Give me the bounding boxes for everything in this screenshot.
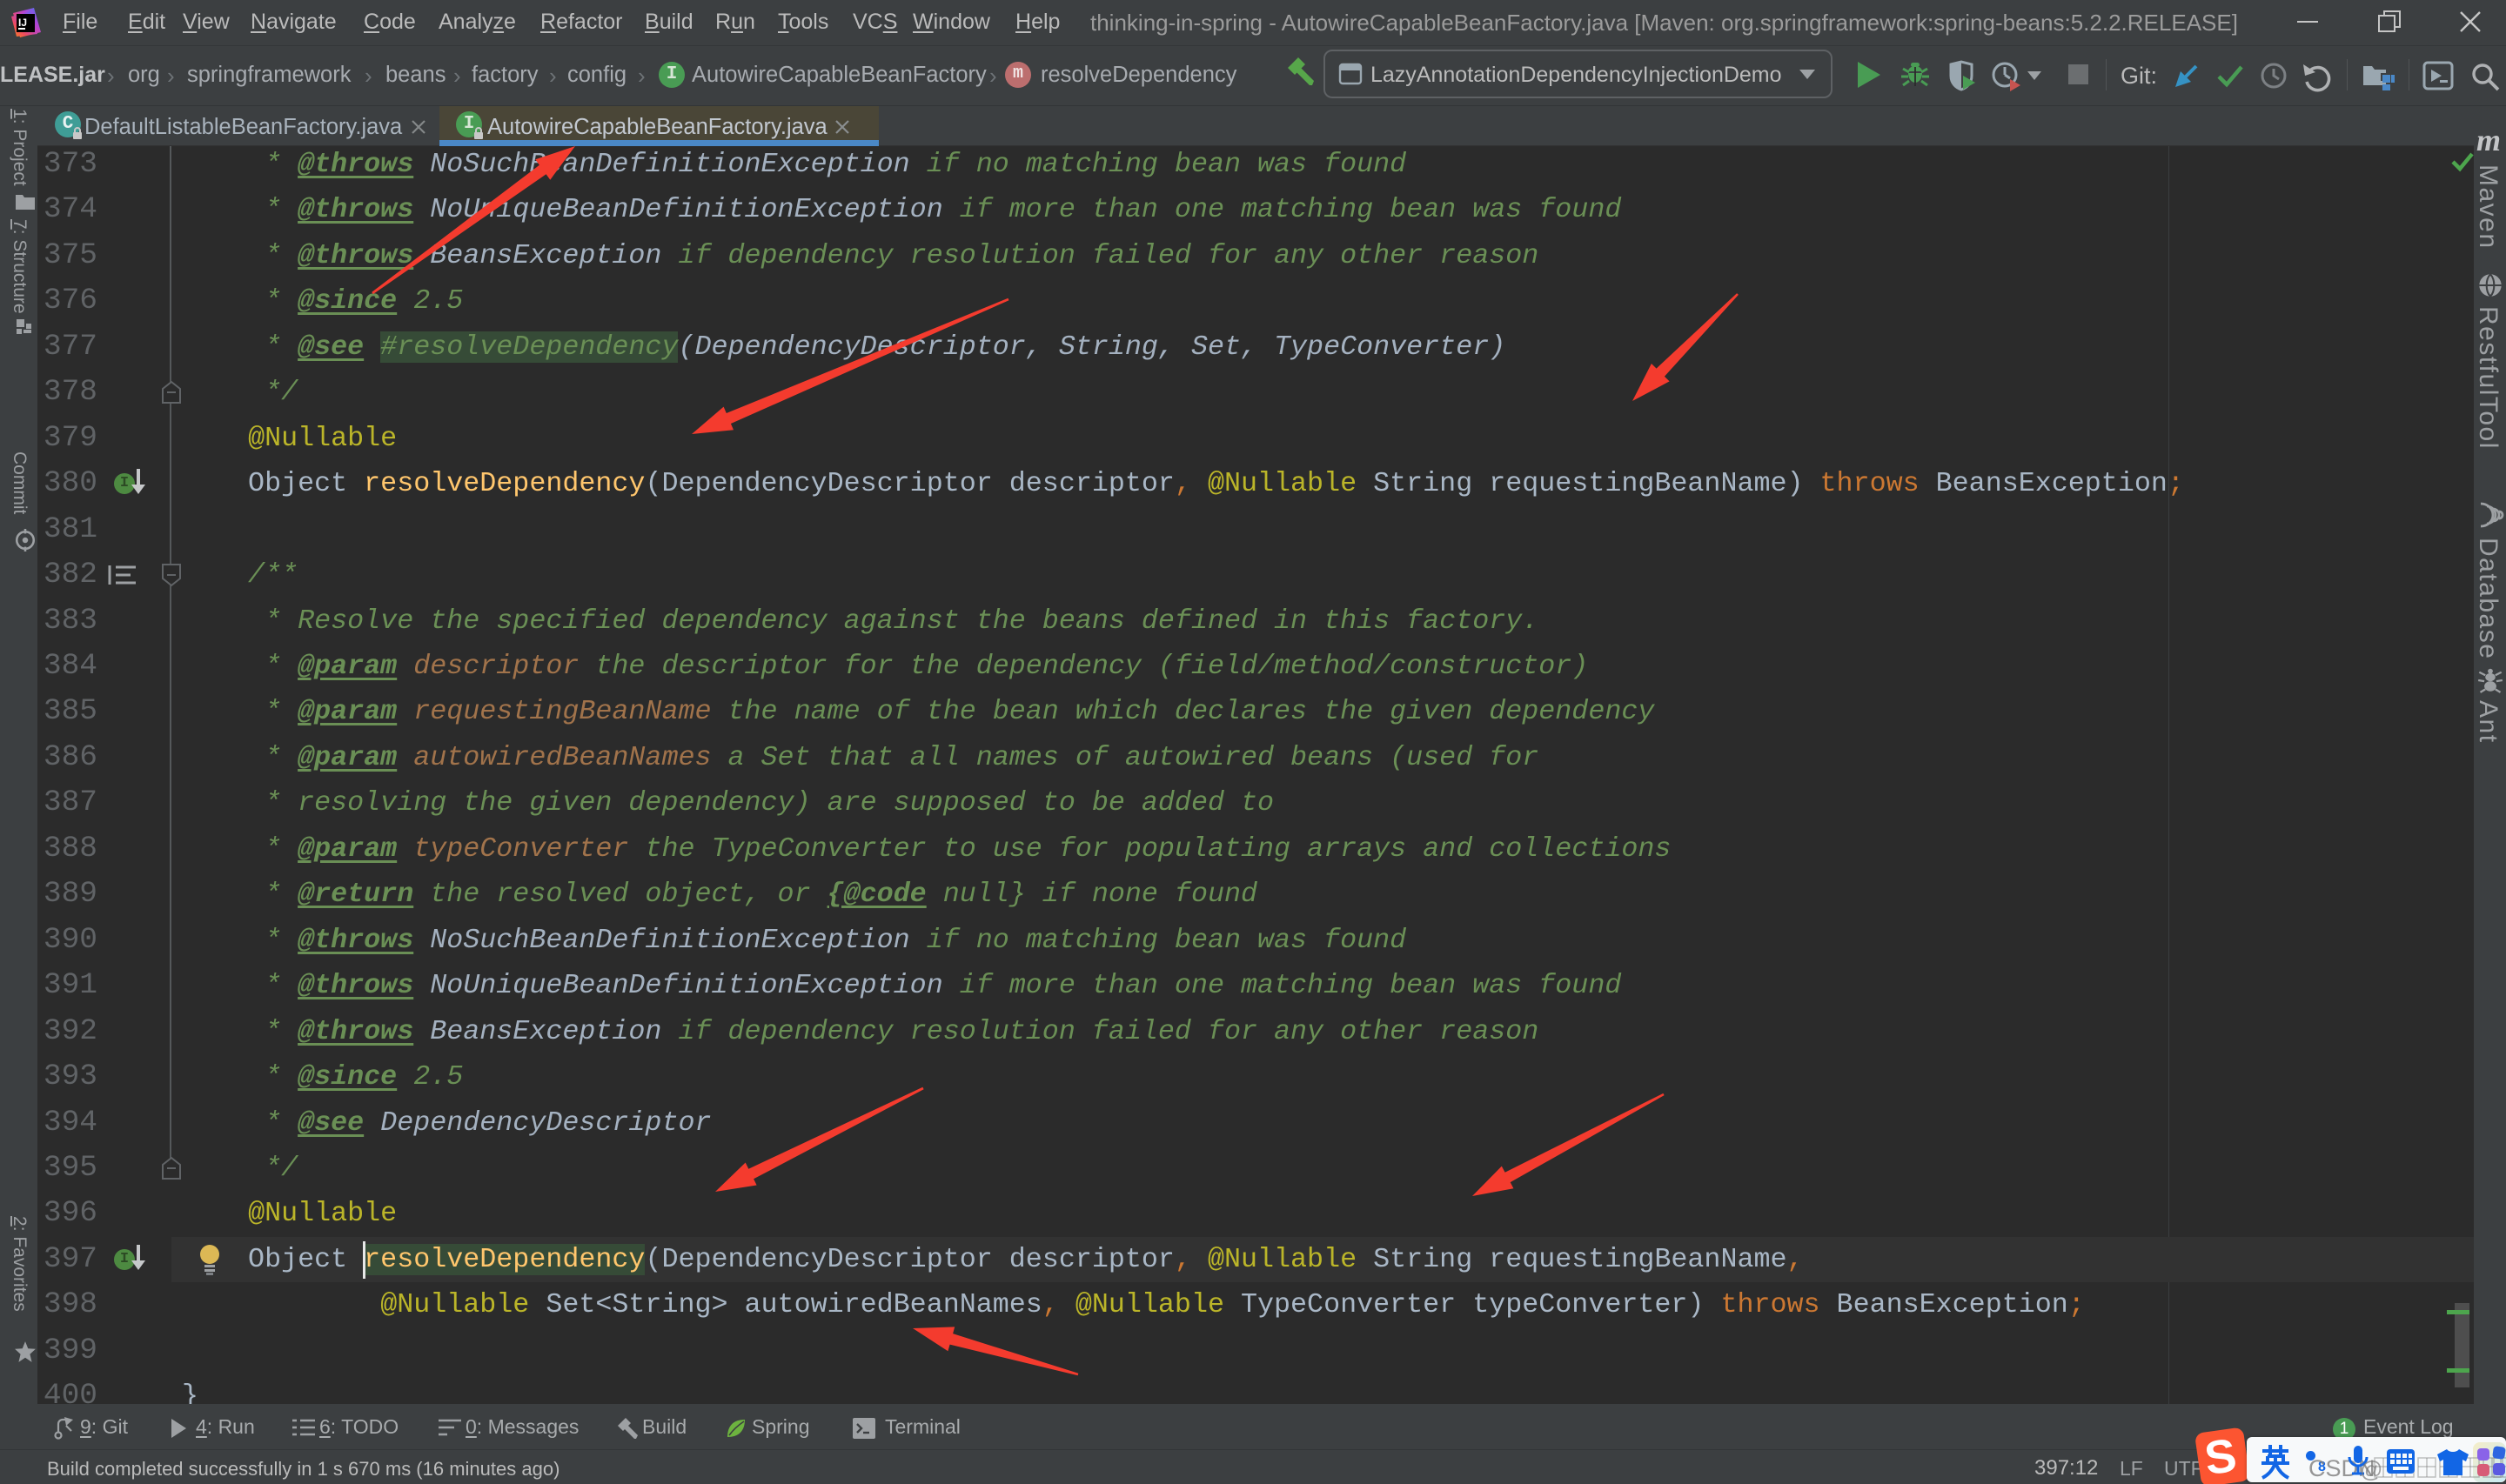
svg-text:IJ: IJ [18,17,27,29]
